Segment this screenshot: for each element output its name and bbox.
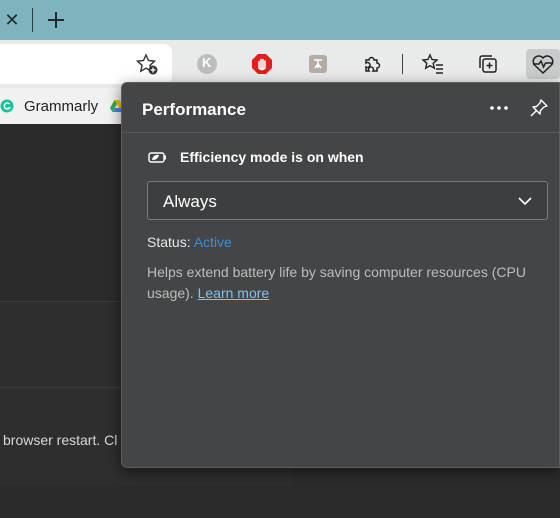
pin-icon	[530, 99, 548, 117]
more-horizontal-icon	[490, 106, 508, 110]
k-extension-button[interactable]: K	[192, 49, 222, 79]
learn-more-link[interactable]: Learn more	[198, 285, 270, 301]
plus-icon	[48, 12, 64, 28]
more-options-button[interactable]	[486, 95, 512, 121]
page-text: browser restart. Cl	[3, 432, 118, 448]
performance-button[interactable]	[526, 49, 560, 79]
k-extension-letter: K	[202, 55, 212, 70]
collections-button[interactable]	[473, 49, 503, 79]
address-bar[interactable]	[0, 44, 172, 84]
grammarly-icon	[0, 99, 14, 113]
efficiency-mode-select[interactable]: Always	[147, 181, 548, 220]
close-icon: ✕	[4, 9, 20, 30]
efficiency-label: Efficiency mode is on when	[180, 149, 364, 165]
performance-heartbeat-icon	[532, 55, 554, 75]
favorites-button[interactable]	[418, 49, 448, 79]
favorite-label: Grammarly	[24, 97, 99, 115]
battery-leaf-icon	[148, 152, 166, 163]
translate-extension-icon	[309, 55, 327, 73]
adblock-extension-button[interactable]	[247, 49, 277, 79]
favorite-add-icon	[135, 53, 158, 75]
tab-strip: ✕	[0, 0, 560, 40]
add-favorite-button[interactable]	[132, 49, 162, 79]
browser-toolbar: K	[0, 40, 560, 88]
adblock-stop-icon	[252, 54, 272, 74]
favorites-icon	[421, 53, 443, 74]
status-value: Active	[193, 234, 232, 250]
favorite-grammarly[interactable]: Grammarly	[0, 94, 98, 118]
select-value: Always	[163, 192, 217, 211]
chevron-down-icon	[518, 197, 532, 206]
translate-extension-button[interactable]	[303, 49, 333, 79]
popup-title: Performance	[142, 100, 246, 119]
popup-header: Performance	[122, 83, 559, 133]
efficiency-row: Efficiency mode is on when	[148, 149, 364, 165]
collections-icon	[479, 55, 497, 73]
new-tab-button[interactable]	[42, 6, 70, 34]
tab-divider	[32, 8, 33, 32]
card-divider	[0, 387, 122, 388]
close-tab-button[interactable]: ✕	[0, 7, 24, 33]
status-row: Status: Active	[147, 234, 232, 250]
status-label: Status:	[147, 234, 191, 250]
pin-button[interactable]	[526, 95, 552, 121]
extensions-puzzle-icon	[365, 56, 381, 72]
toolbar-divider	[402, 54, 403, 74]
performance-popup: Performance Efficiency mode is on when A…	[121, 82, 560, 468]
extensions-button[interactable]	[357, 49, 387, 79]
efficiency-description: Helps extend battery life by saving comp…	[147, 262, 557, 304]
